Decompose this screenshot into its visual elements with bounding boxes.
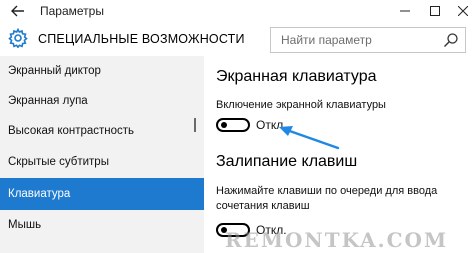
page-title: СПЕЦИАЛЬНЫЕ ВОЗМОЖНОСТИ [38, 32, 245, 46]
search-input[interactable]: Найти параметр [270, 27, 466, 53]
sidebar-item-high-contrast[interactable]: Высокая контрастность [0, 116, 204, 146]
toggle-knob [221, 122, 227, 128]
sidebar-item-label: Клавиатура [8, 188, 71, 200]
sidebar-item-label: Мышь [8, 219, 42, 231]
sidebar-item-label: Экранный диктор [8, 65, 101, 77]
onscreen-keyboard-label: Включение экранной клавиатуры [216, 99, 386, 111]
window-title: Параметры [40, 4, 104, 18]
close-icon [458, 6, 468, 16]
watermark: REMONTKA.COM [225, 228, 449, 252]
minimize-button[interactable] [390, 0, 420, 22]
sidebar-item-label: Скрытые субтитры [8, 156, 109, 168]
annotation-arrow-icon [279, 126, 340, 150]
sidebar: Экранный диктор Экранная лупа Высокая ко… [0, 56, 204, 253]
maximize-button[interactable] [420, 0, 450, 22]
keyboard-heading: Экранная клавиатура [216, 68, 377, 85]
sticky-keys-label: Нажимайте клавиши по очереди для ввода с… [216, 184, 437, 214]
maximize-icon [430, 6, 440, 16]
sidebar-item-mouse[interactable]: Мышь [0, 210, 204, 240]
title-bar: Параметры [0, 0, 474, 22]
sidebar-item-narrator[interactable]: Экранный диктор [0, 56, 204, 86]
search-icon[interactable] [443, 32, 459, 48]
back-arrow-icon [11, 5, 24, 17]
sticky-keys-label-line2: сочетания клавиш [216, 200, 310, 212]
page-header: СПЕЦИАЛЬНЫЕ ВОЗМОЖНОСТИ Найти параметр [0, 22, 474, 56]
gear-icon [8, 28, 28, 48]
sidebar-scrollbar[interactable] [194, 118, 196, 132]
sidebar-item-label: Высокая контрастность [8, 125, 135, 137]
main-content: Экранная клавиатура Включение экранной к… [204, 56, 474, 253]
close-button[interactable] [448, 0, 474, 22]
sidebar-item-closed-captions[interactable]: Скрытые субтитры [0, 147, 204, 177]
sidebar-item-keyboard[interactable]: Клавиатура [0, 178, 204, 210]
search-placeholder: Найти параметр [281, 33, 372, 47]
sidebar-item-magnifier[interactable]: Экранная лупа [0, 86, 204, 116]
sidebar-item-label: Экранная лупа [8, 95, 88, 107]
back-button[interactable] [6, 1, 30, 21]
sticky-keys-heading: Залипание клавиш [216, 153, 358, 170]
minimize-icon [400, 10, 410, 12]
onscreen-keyboard-toggle[interactable] [216, 118, 250, 132]
sticky-keys-label-line1: Нажимайте клавиши по очереди для ввода [216, 185, 438, 197]
